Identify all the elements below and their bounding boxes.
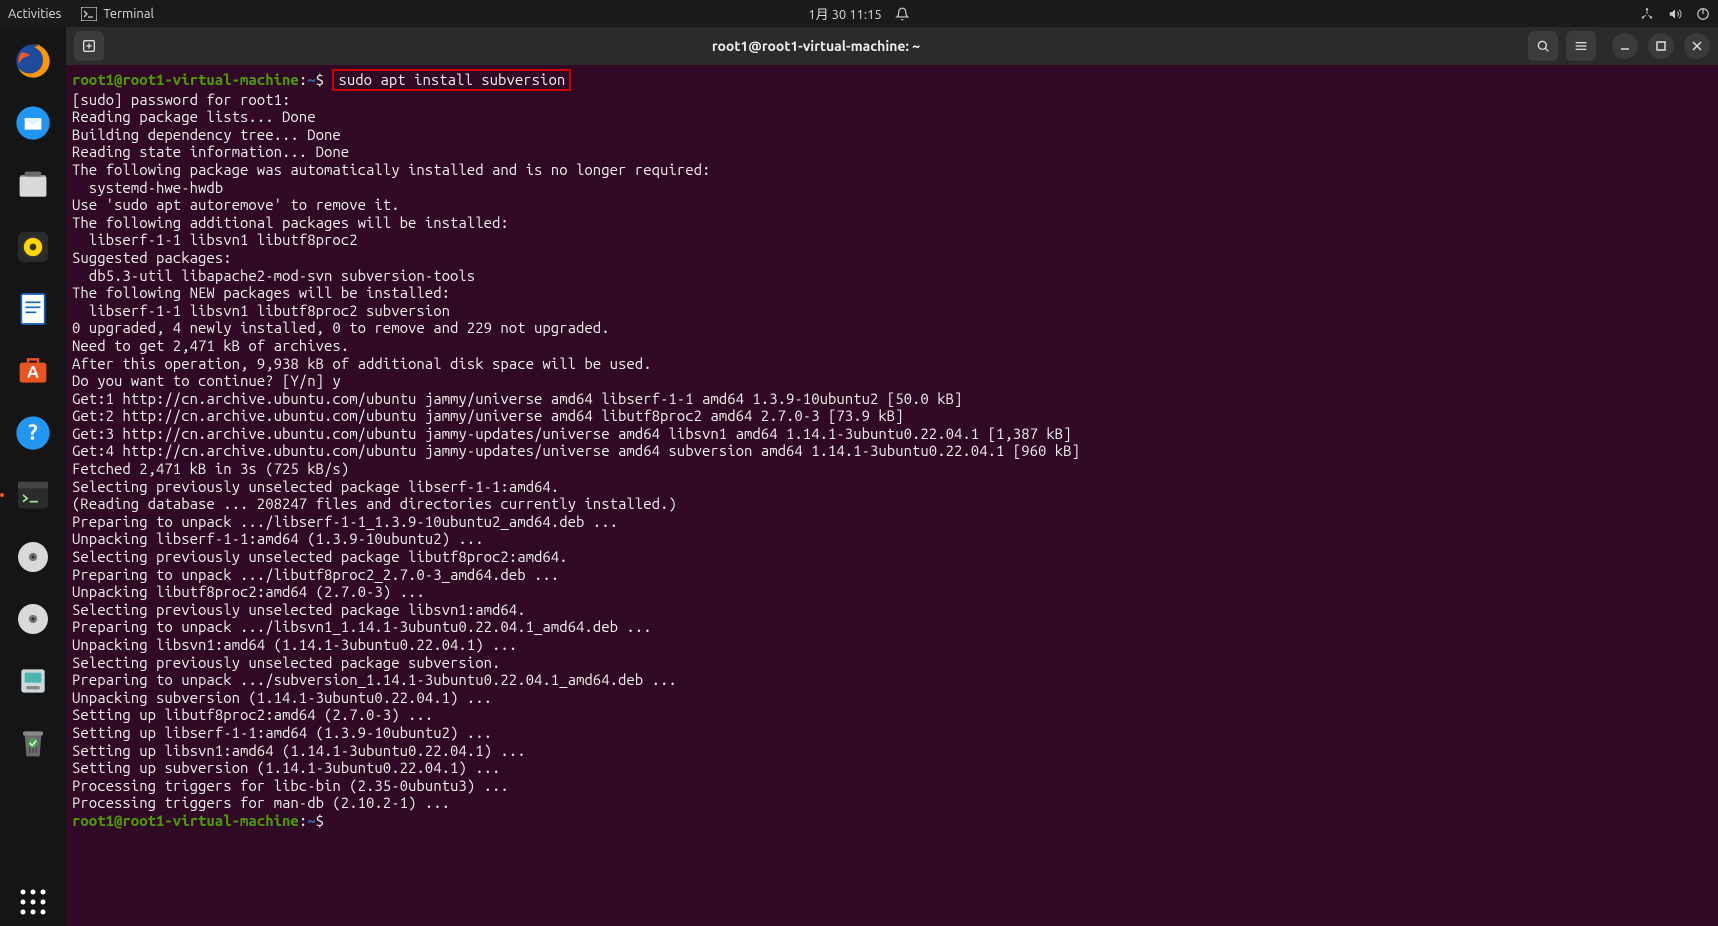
notification-bell-icon[interactable] <box>896 7 910 21</box>
terminal-app-icon <box>81 7 97 21</box>
clock[interactable]: 1月 30 11:15 <box>808 4 881 23</box>
network-icon[interactable] <box>1640 7 1654 21</box>
terminal-window: root1@root1-virtual-machine: ~ root1@roo… <box>66 27 1718 926</box>
search-button[interactable] <box>1528 31 1558 61</box>
topbar-app-label: Terminal <box>103 7 154 21</box>
window-title: root1@root1-virtual-machine: ~ <box>112 38 1520 54</box>
dock-files[interactable] <box>9 161 57 209</box>
terminal-content[interactable]: root1@root1-virtual-machine:~$ sudo apt … <box>66 65 1718 926</box>
hamburger-menu-button[interactable] <box>1566 31 1596 61</box>
power-icon[interactable] <box>1696 7 1710 21</box>
dock-trash[interactable] <box>9 719 57 767</box>
dock: A ? <box>0 27 66 926</box>
terminal-title-bar: root1@root1-virtual-machine: ~ <box>66 27 1718 65</box>
top-bar: Activities Terminal 1月 30 11:15 <box>0 0 1718 27</box>
dock-disc-1[interactable] <box>9 533 57 581</box>
maximize-button[interactable] <box>1648 33 1674 59</box>
dock-removable-drive[interactable] <box>9 657 57 705</box>
dock-libreoffice-writer[interactable] <box>9 285 57 333</box>
activities-button[interactable]: Activities <box>8 7 61 21</box>
close-button[interactable] <box>1684 33 1710 59</box>
volume-icon[interactable] <box>1668 7 1682 21</box>
dock-thunderbird[interactable] <box>9 99 57 147</box>
dock-rhythmbox[interactable] <box>9 223 57 271</box>
topbar-app-menu[interactable]: Terminal <box>81 7 154 21</box>
dock-help[interactable]: ? <box>9 409 57 457</box>
svg-text:?: ? <box>28 421 38 445</box>
dock-firefox[interactable] <box>9 37 57 85</box>
dock-software[interactable]: A <box>9 347 57 395</box>
dock-disc-2[interactable] <box>9 595 57 643</box>
dock-show-applications[interactable] <box>9 878 57 926</box>
minimize-button[interactable] <box>1612 33 1638 59</box>
dock-terminal[interactable] <box>9 471 57 519</box>
svg-text:A: A <box>27 363 39 382</box>
new-tab-button[interactable] <box>74 31 104 61</box>
